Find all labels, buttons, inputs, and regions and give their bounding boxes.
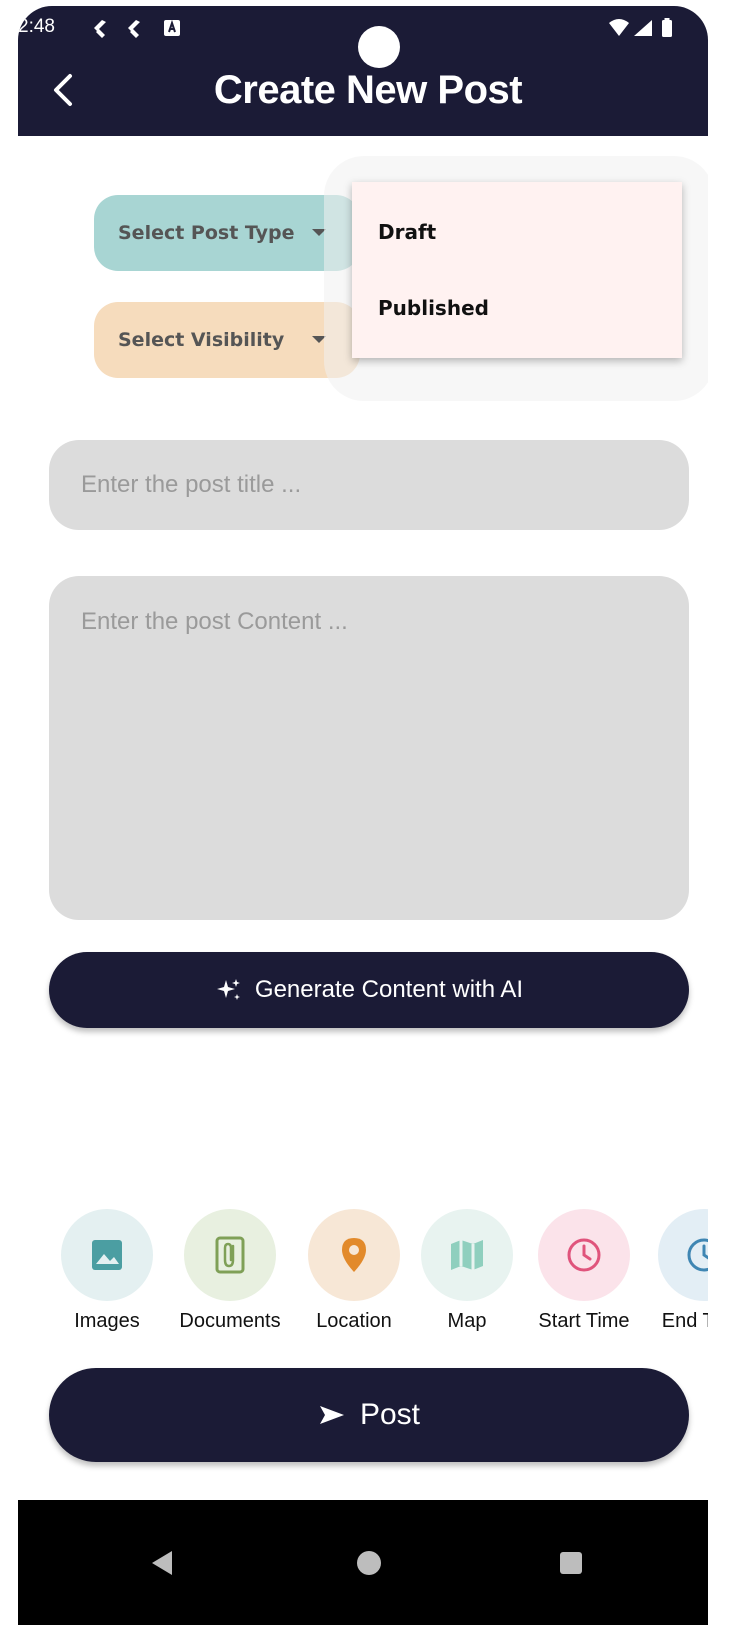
nav-back-icon[interactable] xyxy=(152,1551,172,1575)
phone-screen: 2:48 Create New Post Select Post Type Se… xyxy=(18,6,708,1625)
status-time: 2:48 xyxy=(18,16,55,37)
app-bar: 2:48 Create New Post xyxy=(18,6,708,136)
document-icon xyxy=(215,1236,245,1274)
post-type-placeholder: Select Post Type xyxy=(118,222,295,244)
keyboard-notification-icon xyxy=(164,19,180,36)
attach-documents-button[interactable] xyxy=(184,1209,276,1301)
post-button-label: Post xyxy=(359,1398,421,1431)
flutter-notification-icon xyxy=(128,20,140,38)
visibility-dropdown[interactable]: Select Visibility xyxy=(94,302,360,378)
wifi-icon xyxy=(609,19,629,36)
post-type-menu: Draft Published xyxy=(352,182,682,358)
post-content-input[interactable]: Enter the post Content ... xyxy=(49,576,689,920)
post-type-dropdown[interactable]: Select Post Type xyxy=(94,195,360,271)
menu-item-published[interactable]: Published xyxy=(378,296,489,320)
clock-icon xyxy=(687,1238,708,1272)
attach-start-time-label: Start Time xyxy=(538,1310,630,1332)
map-icon xyxy=(451,1240,483,1270)
sparkle-icon xyxy=(216,979,240,1000)
attach-map-button[interactable] xyxy=(421,1209,513,1301)
location-pin-icon xyxy=(342,1238,366,1272)
attach-end-time-label: End Time xyxy=(661,1310,708,1332)
camera-cutout xyxy=(358,26,400,68)
visibility-placeholder: Select Visibility xyxy=(118,329,285,351)
attach-images-label: Images xyxy=(74,1310,140,1332)
post-button[interactable]: Post xyxy=(49,1368,689,1462)
attach-images-button[interactable] xyxy=(61,1209,153,1301)
attach-documents-label: Documents xyxy=(179,1310,281,1332)
post-title-input[interactable]: Enter the post title ... xyxy=(49,440,689,530)
send-icon xyxy=(319,1406,344,1424)
nav-recents-icon[interactable] xyxy=(560,1552,582,1574)
system-nav-bar xyxy=(18,1500,708,1625)
flutter-notification-icon xyxy=(94,20,106,38)
attach-location-button[interactable] xyxy=(308,1209,400,1301)
attach-end-time-button[interactable] xyxy=(658,1209,708,1301)
signal-icon xyxy=(634,20,652,36)
clock-icon xyxy=(567,1238,601,1272)
generate-ai-label: Generate Content with AI xyxy=(254,976,524,1003)
generate-ai-button[interactable]: Generate Content with AI xyxy=(49,952,689,1028)
nav-home-icon[interactable] xyxy=(357,1551,381,1575)
menu-item-draft[interactable]: Draft xyxy=(378,220,436,244)
image-icon xyxy=(92,1240,122,1270)
battery-icon xyxy=(662,18,672,37)
page-title: Create New Post xyxy=(213,68,523,112)
attach-start-time-button[interactable] xyxy=(538,1209,630,1301)
